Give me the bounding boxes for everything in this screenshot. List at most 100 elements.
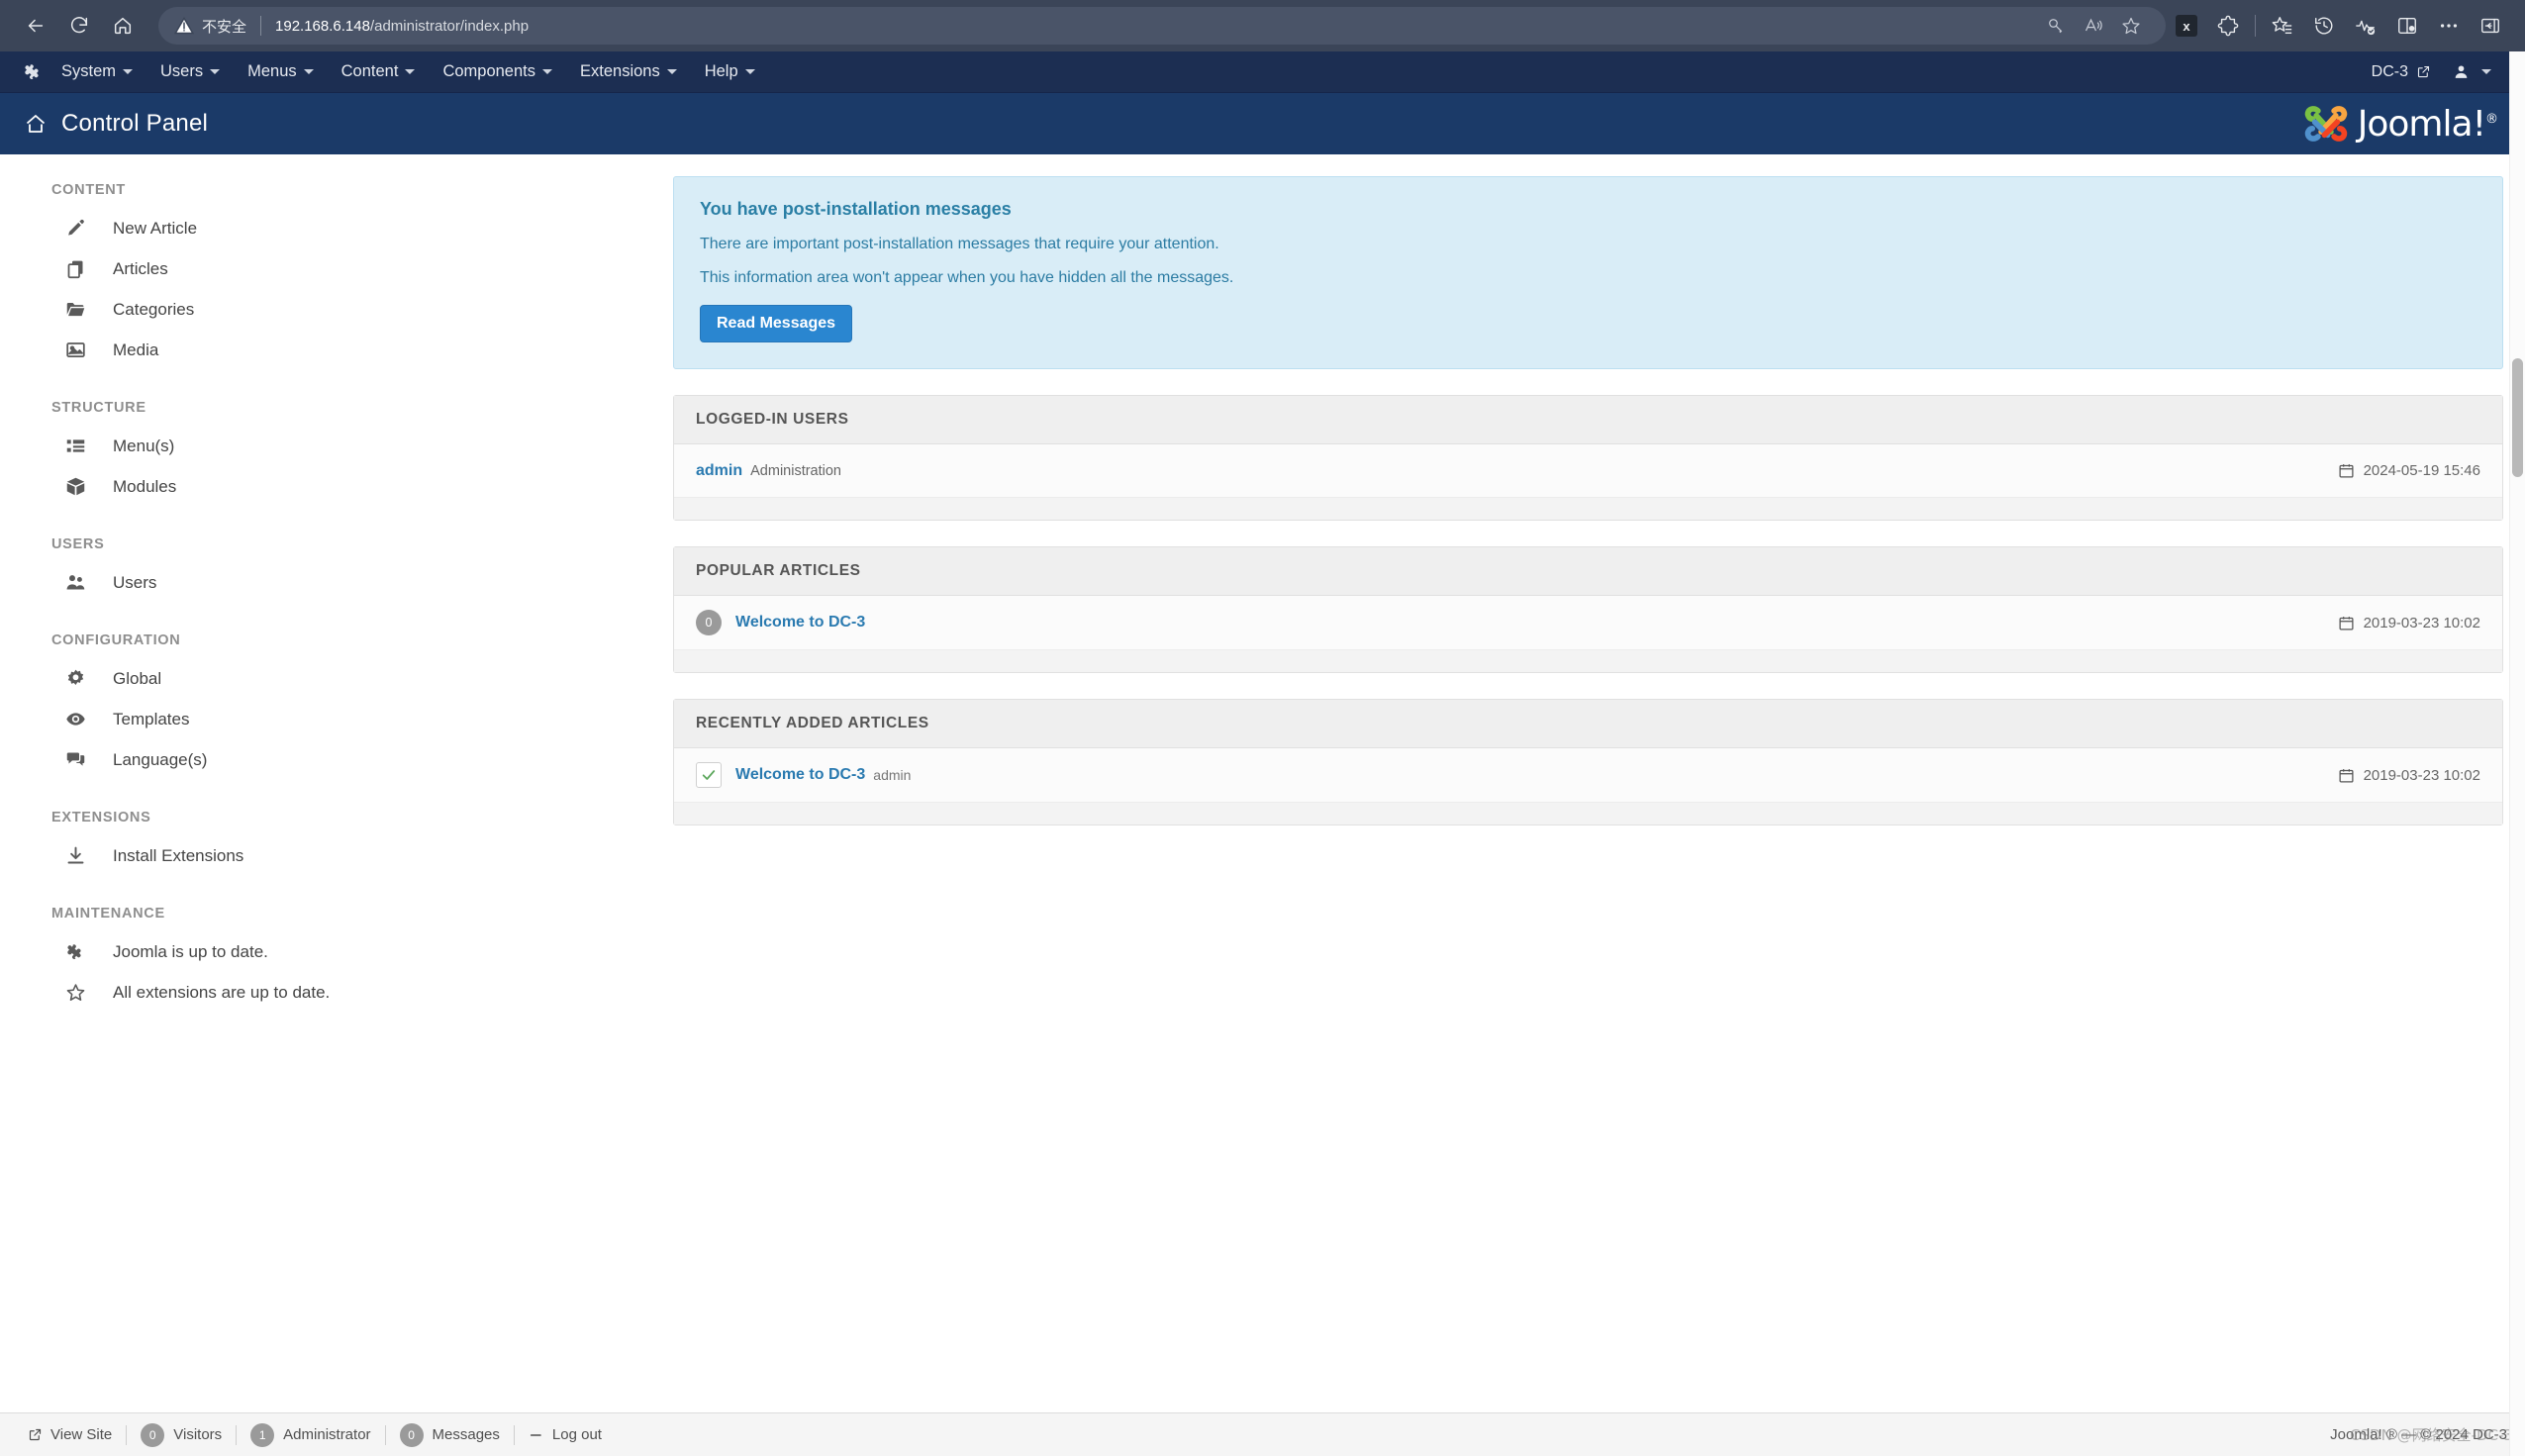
messages-count-badge: 0 <box>399 1422 424 1447</box>
panel-footer <box>674 803 2502 825</box>
registered-mark: ® <box>2485 111 2498 127</box>
browser-toolbar: 不安全 192.168.6.148/administrator/index.ph… <box>0 0 2525 51</box>
puzzle-extensions-icon[interactable] <box>2207 5 2249 47</box>
logout-button[interactable]: Log out <box>515 1426 616 1443</box>
administrator-status[interactable]: 1 Administrator <box>237 1422 384 1447</box>
reload-button[interactable] <box>57 4 101 48</box>
menu-item-components[interactable]: Components <box>429 51 566 93</box>
collections-star-icon[interactable] <box>2262 5 2303 47</box>
menu-item-content[interactable]: Content <box>328 51 430 93</box>
article-link[interactable]: Welcome to DC-3 <box>735 614 865 631</box>
sidebar-toggle-icon[interactable] <box>2470 5 2511 47</box>
sidebar-heading-content: CONTENT <box>51 182 126 198</box>
sidebar-item-languages[interactable]: Language(s) <box>51 739 661 780</box>
site-name-label: DC-3 <box>2371 62 2408 80</box>
download-icon <box>65 845 107 866</box>
user-link[interactable]: admin <box>696 462 742 480</box>
sidebar-item-install-extensions[interactable]: Install Extensions <box>51 835 661 876</box>
sidebar-item-users[interactable]: Users <box>51 562 661 603</box>
sidebar-item-media[interactable]: Media <box>51 330 661 370</box>
visitors-label: Visitors <box>173 1426 223 1443</box>
copyright-text: Joomla! ® — © 2024 DC-3 CSDN @网络安全-DC-3 <box>2330 1426 2513 1444</box>
toolbar-divider <box>2255 15 2256 37</box>
history-clock-icon[interactable] <box>2303 5 2345 47</box>
extension-badge-x-icon[interactable]: x <box>2166 5 2207 47</box>
article-link[interactable]: Welcome to DC-3 <box>735 766 865 784</box>
back-button[interactable] <box>14 4 57 48</box>
sidebar-heading-maintenance: MAINTENANCE <box>51 906 165 922</box>
read-aloud-icon[interactable] <box>2075 7 2112 45</box>
not-secure-warning-icon <box>174 16 194 36</box>
not-secure-label: 不安全 <box>202 17 247 36</box>
address-host: 192.168.6.148 <box>275 17 370 35</box>
address-path: /administrator/index.php <box>369 17 530 35</box>
browser-actions: x <box>2166 5 2511 47</box>
table-row[interactable]: 0 Welcome to DC-3 2019-03-23 10:02 <box>674 596 2502 650</box>
sidebar-item-label: Modules <box>113 476 177 496</box>
menu-item-users[interactable]: Users <box>146 51 234 93</box>
chevron-down-icon <box>744 69 755 74</box>
calendar-icon <box>2338 615 2355 631</box>
visitors-status[interactable]: 0 Visitors <box>127 1422 236 1447</box>
sidebar-heading-structure: STRUCTURE <box>51 400 146 416</box>
sidebar-item-templates[interactable]: Templates <box>51 699 661 739</box>
scrollbar-thumb[interactable] <box>2512 358 2523 477</box>
minus-icon <box>529 1427 544 1443</box>
pencil-icon <box>65 218 107 239</box>
browser-essentials-icon[interactable] <box>2345 5 2386 47</box>
sidebar-item-articles[interactable]: Articles <box>51 248 661 289</box>
read-messages-button[interactable]: Read Messages <box>700 305 853 342</box>
menu-item-help[interactable]: Help <box>691 51 769 93</box>
chevron-down-icon <box>123 69 134 74</box>
address-bar[interactable]: 不安全 192.168.6.148/administrator/index.ph… <box>158 7 2166 45</box>
sidebar-item-menus[interactable]: Menu(s) <box>51 426 661 466</box>
main-content-area: CONTENT New Article Articles Categories … <box>0 154 2525 1412</box>
check-icon[interactable] <box>696 762 722 788</box>
panel-title: POPULAR ARTICLES <box>674 547 2502 596</box>
logged-in-users-panel: LOGGED-IN USERS admin Administration 202… <box>673 395 2503 521</box>
chevron-down-icon <box>405 69 416 74</box>
menu-item-extensions[interactable]: Extensions <box>566 51 691 93</box>
messages-status[interactable]: 0 Messages <box>386 1422 514 1447</box>
menu-item-system[interactable]: System <box>48 51 146 93</box>
visit-site-link[interactable]: DC-3 <box>2360 63 2443 81</box>
page-scrollbar[interactable] <box>2509 51 2525 1456</box>
sidebar-item-modules[interactable]: Modules <box>51 466 661 507</box>
dashboard-modules: You have post-installation messages Ther… <box>661 154 2525 1412</box>
messages-label: Messages <box>432 1426 500 1443</box>
menu-item-label: Users <box>160 62 204 80</box>
table-row[interactable]: admin Administration 2024-05-19 15:46 <box>674 444 2502 498</box>
alert-line-1: There are important post-installation me… <box>700 236 1219 252</box>
more-options-icon[interactable] <box>2428 5 2470 47</box>
sidebar-item-joomla-update-status[interactable]: Joomla is up to date. <box>51 931 661 972</box>
sidebar-item-global[interactable]: Global <box>51 658 661 699</box>
sidebar-item-categories[interactable]: Categories <box>51 289 661 330</box>
menu-item-menus[interactable]: Menus <box>234 51 328 93</box>
row-date: 2019-03-23 10:02 <box>2338 767 2480 784</box>
joomla-logo-icon[interactable] <box>18 62 48 82</box>
menu-item-label: Content <box>340 62 399 80</box>
split-screen-icon[interactable] <box>2386 5 2428 47</box>
sidebar-heading-extensions: EXTENSIONS <box>51 810 151 825</box>
sidebar-item-new-article[interactable]: New Article <box>51 208 661 248</box>
status-bar: View Site 0 Visitors 1 Administrator 0 M… <box>0 1412 2525 1456</box>
post-installation-alert: You have post-installation messages Ther… <box>673 176 2503 369</box>
page-title: Control Panel <box>61 110 209 137</box>
favorite-star-icon[interactable] <box>2112 7 2150 45</box>
home-button[interactable] <box>101 4 145 48</box>
date-label: 2024-05-19 15:46 <box>2363 462 2480 479</box>
article-author: admin <box>873 767 912 783</box>
view-site-link[interactable]: View Site <box>14 1426 126 1443</box>
sidebar-item-label: All extensions are up to date. <box>113 982 331 1002</box>
sidebar-item-label: Joomla is up to date. <box>113 941 268 961</box>
user-icon <box>2455 65 2468 78</box>
chevron-down-icon <box>542 69 552 74</box>
user-account-menu[interactable] <box>2443 63 2507 80</box>
sidebar-item-extensions-update-status[interactable]: All extensions are up to date. <box>51 972 661 1013</box>
table-row[interactable]: Welcome to DC-3 admin 2019-03-23 10:02 <box>674 748 2502 803</box>
cube-icon <box>65 476 107 497</box>
key-icon[interactable] <box>2037 7 2075 45</box>
folder-icon <box>65 299 107 320</box>
sidebar-item-label: Global <box>113 668 162 688</box>
chevron-down-icon <box>210 69 221 74</box>
